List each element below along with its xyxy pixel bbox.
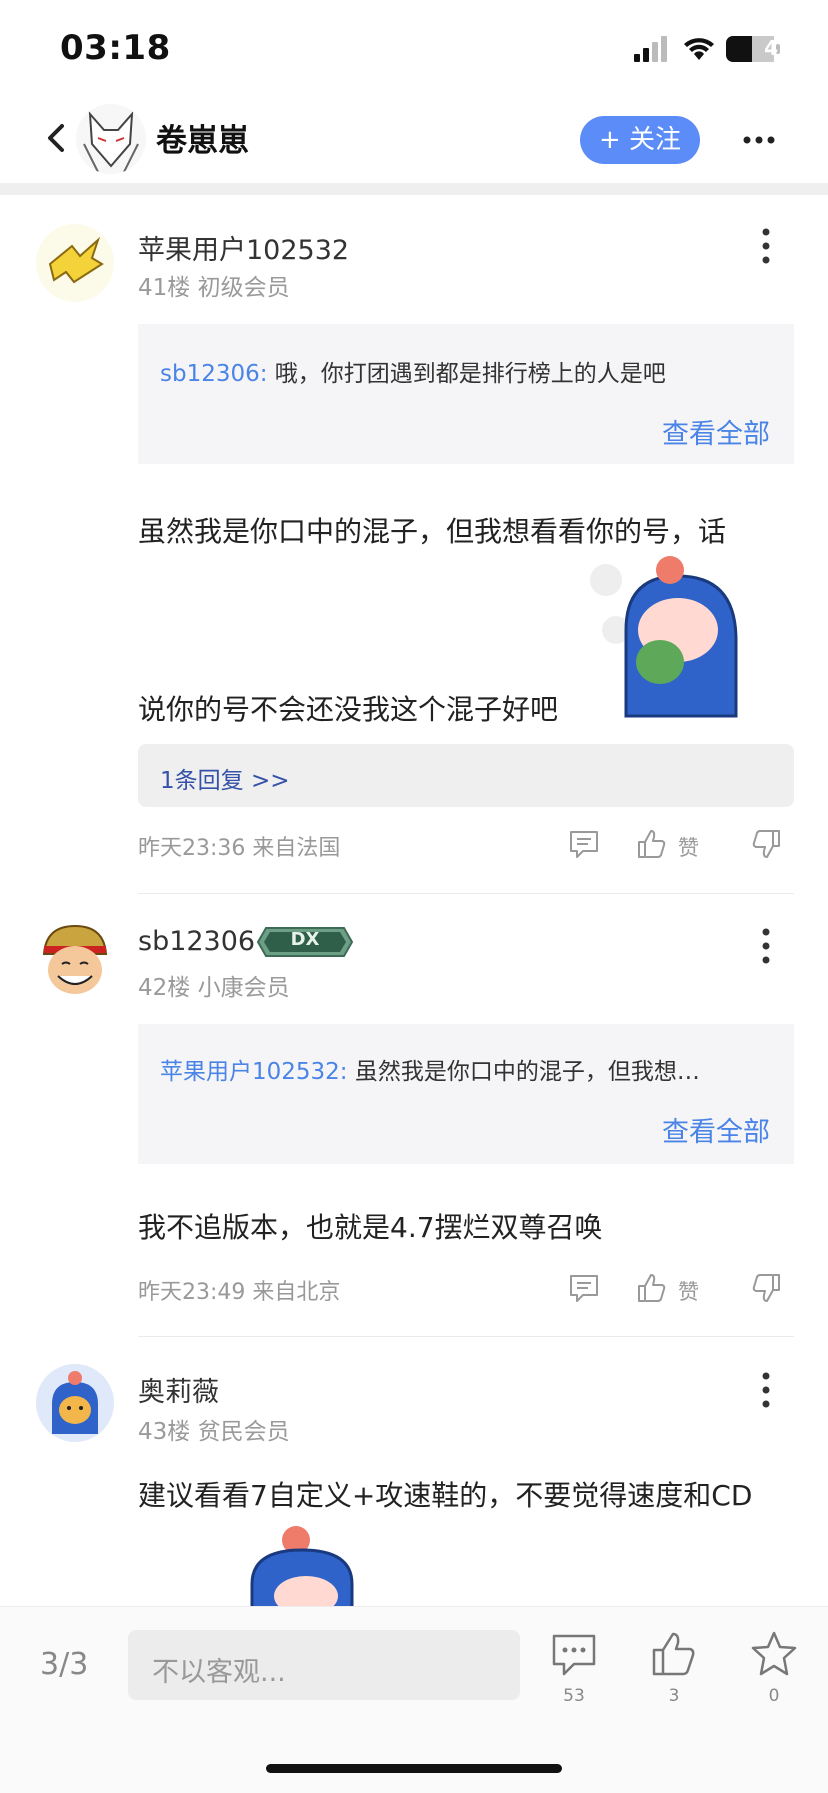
view-replies-link[interactable]: 1条回复 >> [160,761,290,795]
comment-more-icon[interactable] [754,226,778,266]
comment-username[interactable]: 苹果用户102532 [138,228,349,267]
author-avatar[interactable] [76,104,146,174]
comment-floor: 43楼 贫民会员 [138,1419,290,1445]
comment-avatar[interactable] [36,920,114,998]
member-badge: DX [256,926,354,958]
comment-more-icon[interactable] [754,1370,778,1410]
like-icon[interactable] [650,1630,698,1678]
comment-content: 我不追版本，也就是4.7摆烂双尊召唤 [138,1211,603,1244]
fox-mask-avatar-icon [76,104,146,174]
sticker-image [590,556,738,718]
sticker-image [250,1526,354,1608]
page-indicator[interactable]: 3/3 [40,1647,88,1682]
see-all-link[interactable]: 查看全部 [662,412,770,451]
comments-icon[interactable] [550,1630,598,1678]
reply-icon[interactable] [568,1272,600,1304]
likes-count: 3 [668,1686,680,1706]
comment-divider [138,1336,794,1337]
wifi-icon [684,38,714,60]
comment-content-line2: 说你的号不会还没我这个混子好吧 [138,693,559,726]
quote-text: sb12306: 哦，你打团遇到都是排行榜上的人是吧 [160,361,666,387]
more-options-icon[interactable] [742,126,776,154]
pikachu-tail-avatar-icon [36,224,114,302]
page-title: 卷崽崽 [156,123,249,159]
comment-avatar[interactable] [36,224,114,302]
comment-input-placeholder: 不以客观... [152,1657,286,1688]
comment-floor: 42楼 小康会员 [138,975,290,1001]
comment-username[interactable]: sb12306 [138,926,255,957]
comments-count: 53 [563,1686,585,1706]
reply-icon[interactable] [568,828,600,860]
comment-floor: 41楼 初级会员 [138,275,290,301]
comment-divider [138,893,794,894]
comment-meta: 昨天23:36 来自法国 [138,836,341,861]
quote-username[interactable]: sb12306: [160,361,268,387]
comment-content: 虽然我是你口中的混子，但我想看看你的号，话 [138,515,727,548]
dislike-icon[interactable] [750,828,782,860]
luffy-avatar-icon [36,920,114,998]
star-favorite-icon[interactable] [750,1630,798,1678]
header-divider [0,183,828,195]
signal-icon [634,36,667,62]
like-label[interactable]: 赞 [678,1276,699,1306]
like-label[interactable]: 赞 [678,832,699,862]
comment-content: 建议看看7自定义+攻速鞋的，不要觉得速度和CD [138,1479,753,1512]
dislike-icon[interactable] [750,1272,782,1304]
cartoon-dog-avatar-icon [36,1364,114,1442]
see-all-link[interactable]: 查看全部 [662,1110,770,1149]
back-arrow-icon[interactable] [36,118,76,158]
status-time: 03:18 [60,28,171,68]
quote-text: 苹果用户102532: 虽然我是你口中的混子，但我想… [160,1059,700,1085]
battery-level: 41 [764,36,792,60]
follow-button[interactable]: + 关注 [580,116,700,164]
quote-username[interactable]: 苹果用户102532: [160,1059,348,1085]
comment-meta: 昨天23:49 来自北京 [138,1280,341,1305]
like-icon[interactable] [636,828,668,860]
comment-more-icon[interactable] [754,926,778,966]
comment-avatar[interactable] [36,1364,114,1442]
home-indicator[interactable] [266,1764,562,1773]
like-icon[interactable] [636,1272,668,1304]
comment-username[interactable]: 奥莉薇 [138,1370,219,1409]
favorites-count: 0 [768,1686,780,1706]
